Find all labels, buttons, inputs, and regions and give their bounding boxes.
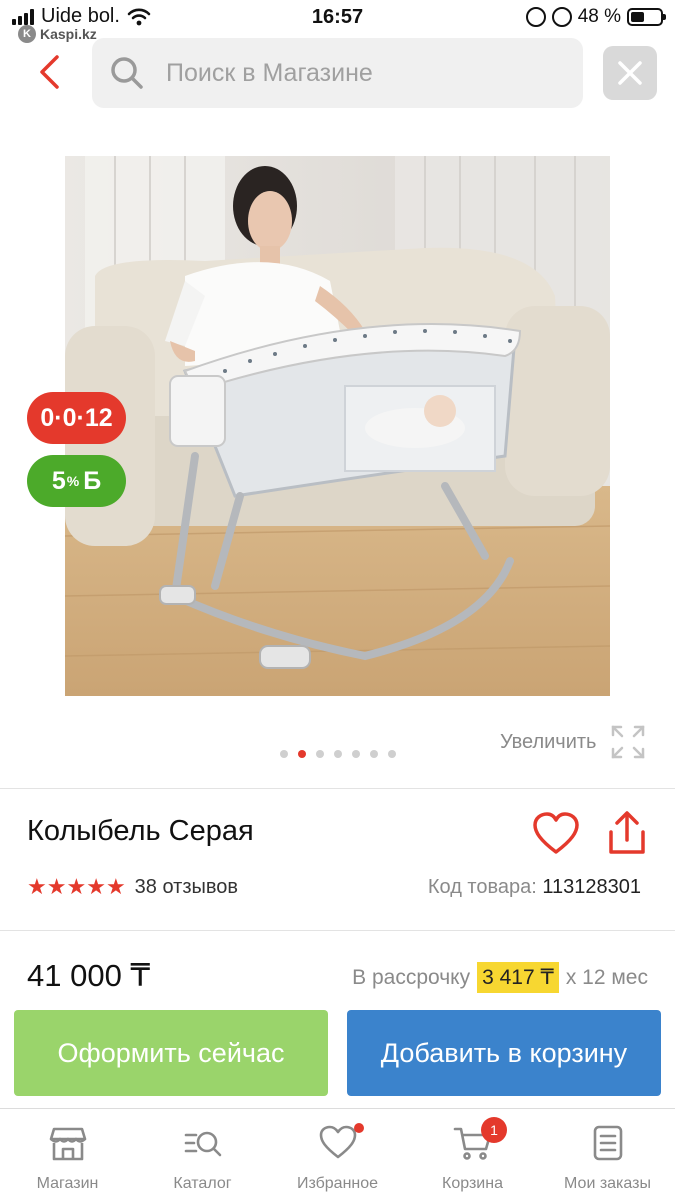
crib-photo: [65, 156, 610, 696]
gallery-dot[interactable]: [352, 750, 360, 758]
installment-amount: 3 417 ₸: [477, 962, 559, 993]
tab-label: Корзина: [442, 1175, 503, 1192]
divider: [0, 788, 675, 789]
bonus-badge: 5% Б: [27, 455, 126, 507]
share-button[interactable]: [605, 810, 649, 856]
header: Поиск в Магазине: [0, 38, 675, 110]
search-placeholder: Поиск в Магазине: [166, 58, 373, 87]
product-price: 41 000 ₸: [27, 958, 151, 993]
close-icon: [618, 61, 642, 85]
installment-badge: 0·0·12: [27, 392, 126, 444]
installment-term: х 12 мес: [565, 965, 648, 989]
expand-icon: [612, 725, 645, 759]
product-sku: Код товара: 113128301: [428, 876, 641, 899]
tab-favorites[interactable]: Избранное: [270, 1109, 405, 1200]
product-title: Колыбель Серая: [27, 815, 254, 847]
tab-catalog[interactable]: Каталог: [135, 1109, 270, 1200]
star-icon: ★: [66, 874, 86, 899]
catalog-search-icon: [184, 1131, 221, 1157]
star-icon: ★: [46, 874, 67, 899]
back-button[interactable]: [28, 50, 72, 94]
alarm-icon: [551, 7, 572, 27]
notification-dot: [354, 1123, 364, 1133]
battery-icon: [627, 8, 666, 26]
orders-icon: [593, 1125, 622, 1161]
gallery-dot[interactable]: [280, 750, 288, 758]
bonus-symbol: Б: [83, 466, 102, 495]
sku-label: Код товара:: [427, 876, 537, 898]
star-icon: ★: [27, 874, 47, 899]
search-icon: [111, 57, 143, 89]
star-icon: ★: [86, 874, 106, 899]
divider: [0, 930, 675, 931]
heart-icon: [319, 1125, 356, 1159]
product-image[interactable]: [65, 156, 610, 696]
tab-label: Мои заказы: [564, 1175, 651, 1192]
sku-value: 113128301: [542, 876, 641, 898]
rating[interactable]: ★ ★ ★ ★ ★ 38 отзывов: [27, 874, 238, 900]
bonus-percent: %: [66, 473, 80, 489]
reviews-count[interactable]: 38 отзывов: [135, 876, 238, 899]
gallery-dot[interactable]: [298, 750, 306, 758]
add-to-cart-button[interactable]: Добавить в корзину: [347, 1010, 661, 1096]
status-bar: Uide bol. K Kaspi.kz 16:57 48 %: [0, 0, 675, 43]
tab-bar: Магазин Каталог Избранное 1 Корзина Мои …: [0, 1108, 675, 1200]
tab-store[interactable]: Магазин: [0, 1109, 135, 1200]
installment-label: В рассрочку: [352, 965, 471, 989]
installment-info: В рассрочку 3 417 ₸ х 12 мес: [352, 962, 648, 993]
buy-now-button[interactable]: Оформить сейчас: [14, 1010, 328, 1096]
battery-percent: 48 %: [577, 6, 621, 27]
zoom-button[interactable]: Увеличить: [500, 724, 646, 760]
gallery-dot[interactable]: [370, 750, 378, 758]
rating-stars: ★ ★ ★ ★ ★: [27, 874, 126, 900]
heart-icon: [533, 812, 579, 854]
share-icon: [609, 811, 645, 854]
search-input[interactable]: Поиск в Магазине: [92, 38, 583, 108]
rotation-lock-icon: [525, 7, 546, 27]
gallery-dot[interactable]: [388, 750, 396, 758]
gallery-dot[interactable]: [316, 750, 324, 758]
gallery-dots: [280, 750, 396, 758]
chevron-left-icon: [40, 55, 59, 89]
tab-label: Каталог: [173, 1175, 232, 1192]
gallery-dot[interactable]: [334, 750, 342, 758]
close-button[interactable]: [603, 46, 657, 100]
tab-label: Избранное: [296, 1175, 379, 1192]
status-right: 48 %: [525, 6, 666, 28]
store-icon: [49, 1127, 86, 1161]
bonus-value: 5: [51, 466, 66, 495]
tab-cart[interactable]: 1 Корзина: [405, 1109, 540, 1200]
tab-orders[interactable]: Мои заказы: [540, 1109, 675, 1200]
star-icon: ★: [105, 874, 126, 899]
zoom-label: Увеличить: [500, 730, 597, 753]
tab-label: Магазин: [36, 1175, 99, 1192]
favorite-button[interactable]: [532, 812, 580, 856]
cart-count-badge: 1: [481, 1117, 507, 1143]
